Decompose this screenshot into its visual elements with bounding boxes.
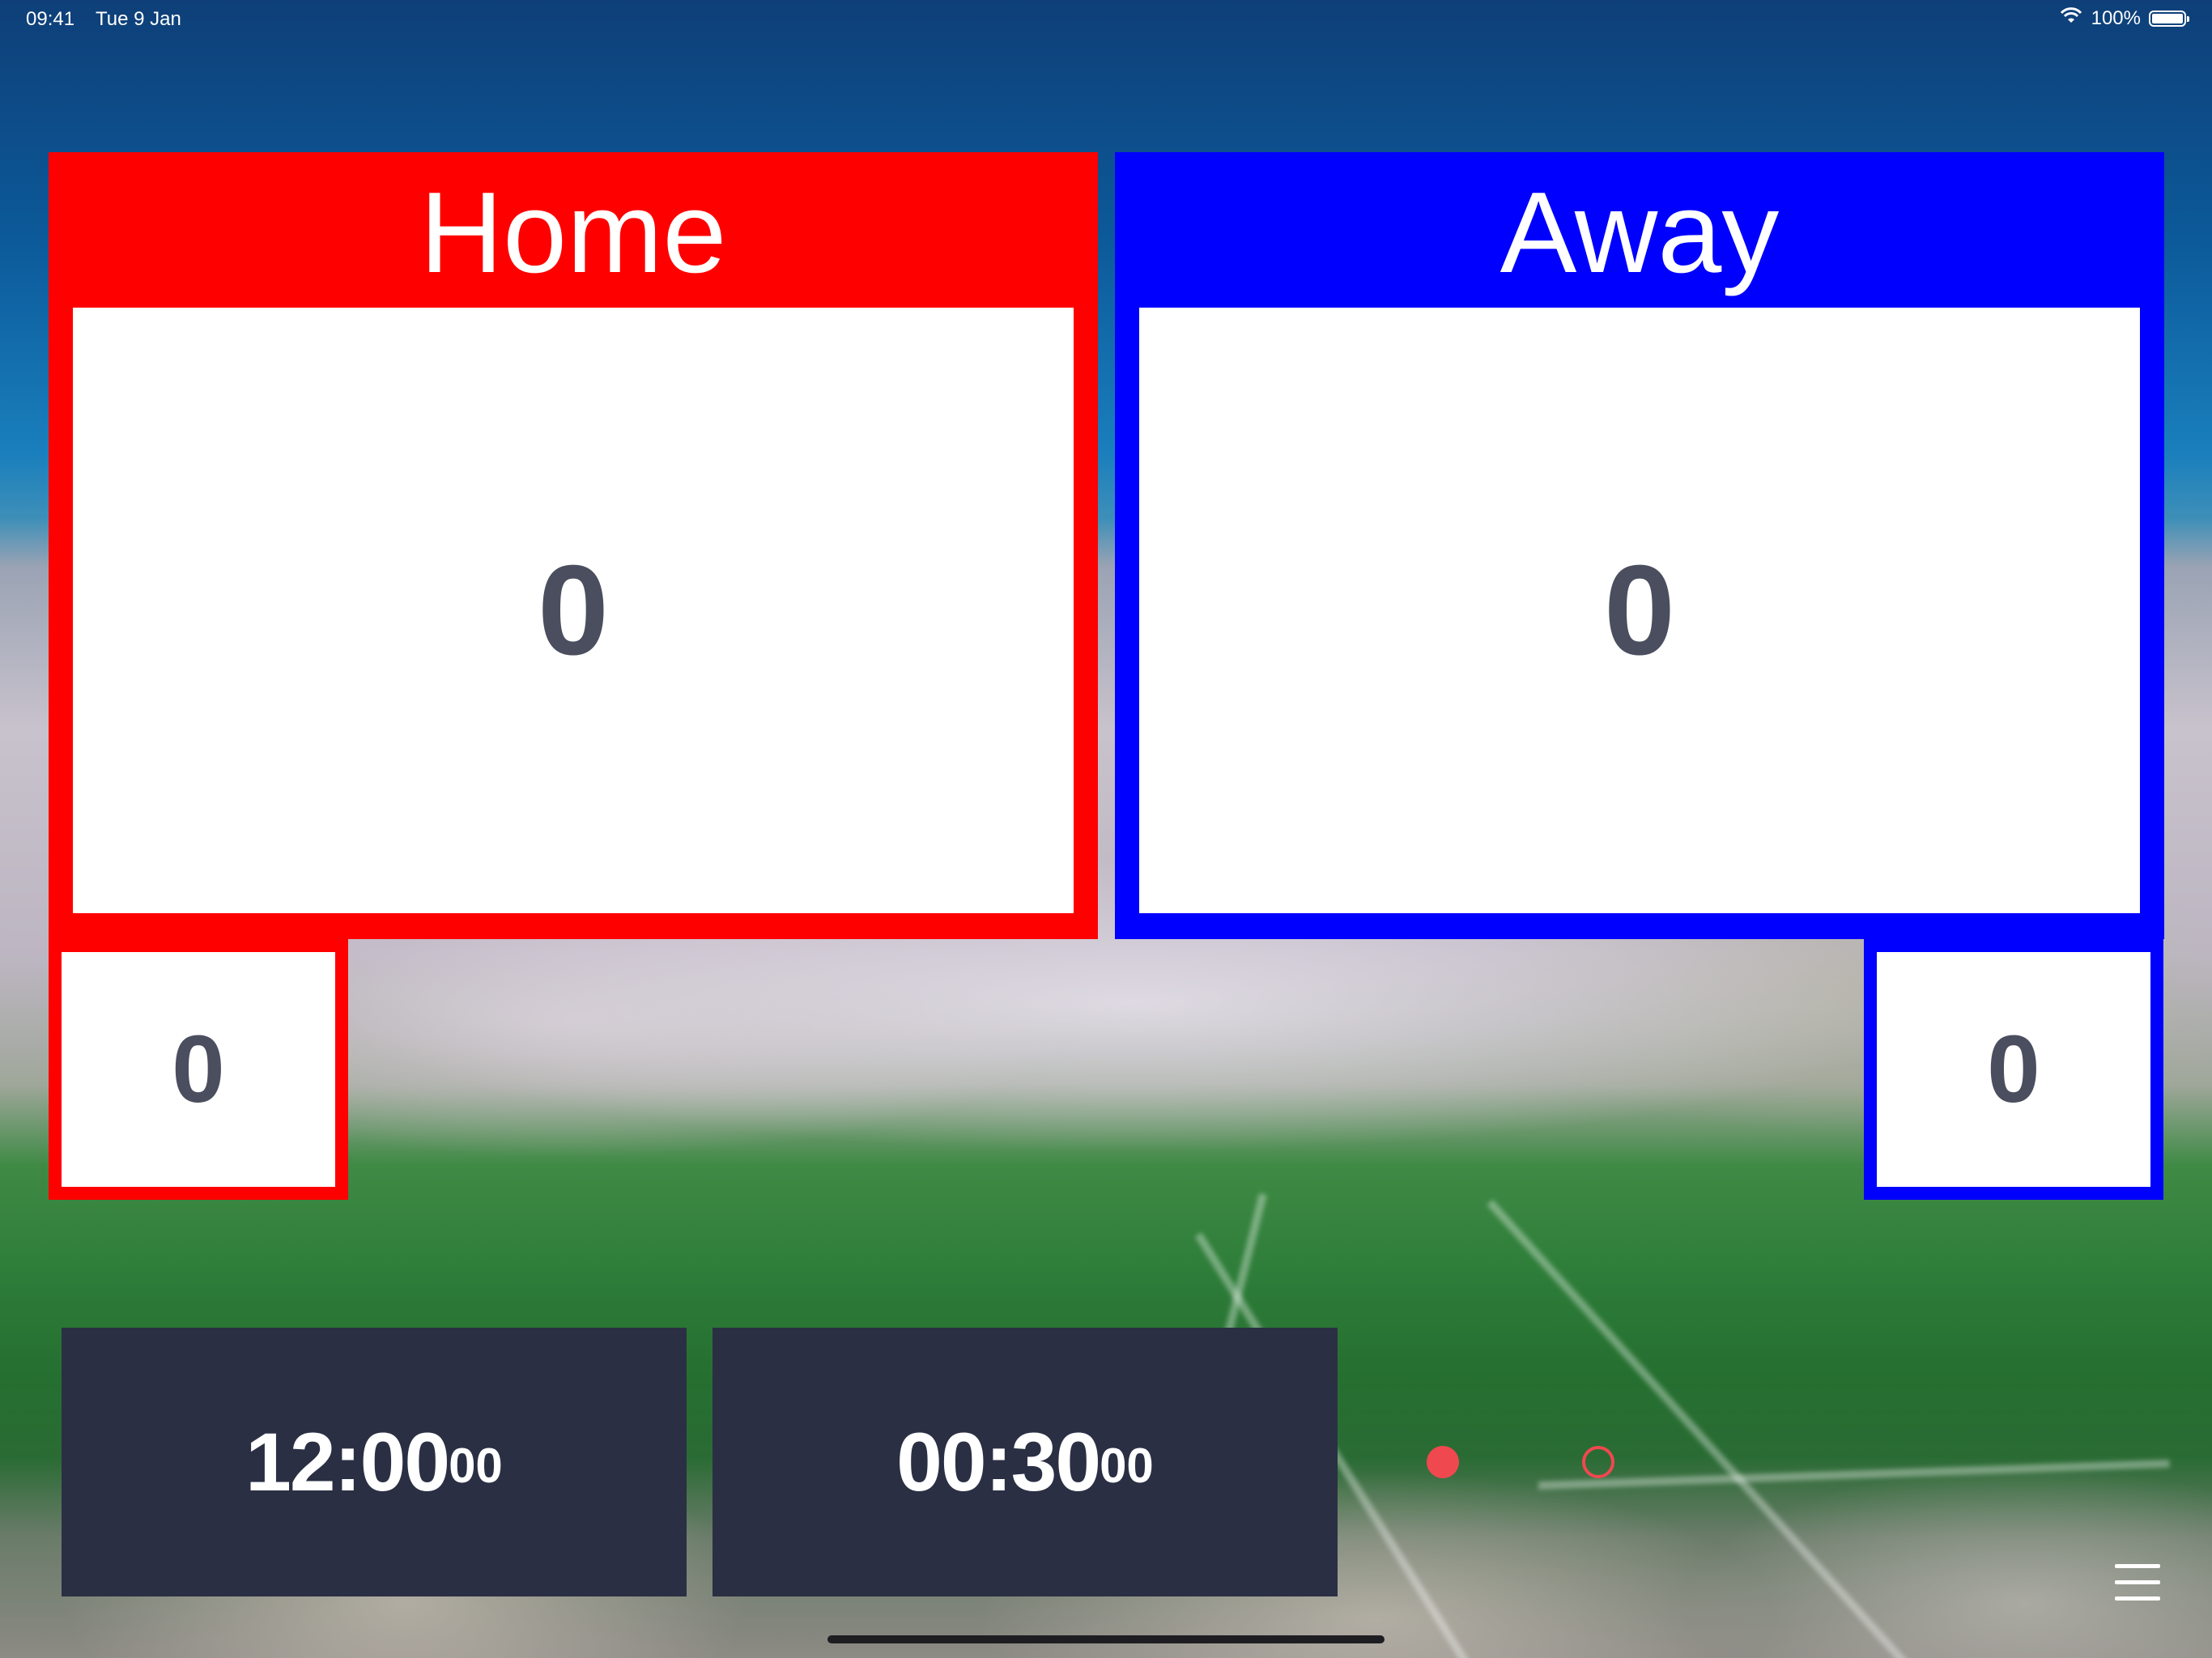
status-bar: 09:41 Tue 9 Jan 100% — [0, 0, 2212, 40]
page-dot-1[interactable] — [1427, 1446, 1459, 1478]
home-team-name[interactable]: Home — [49, 152, 1098, 308]
game-clock[interactable]: 12:00 00 — [62, 1328, 687, 1596]
away-team-name[interactable]: Away — [1115, 152, 2164, 308]
status-date: Tue 9 Jan — [96, 8, 181, 30]
battery-icon — [2149, 10, 2189, 27]
pitch-line — [1538, 1459, 2170, 1490]
shot-clock[interactable]: 00:30 00 — [713, 1328, 1338, 1596]
menu-line — [2115, 1580, 2160, 1584]
battery-percentage: 100% — [2091, 6, 2141, 29]
away-secondary-counter[interactable]: 0 — [1877, 952, 2150, 1187]
home-secondary-counter[interactable]: 0 — [62, 952, 335, 1187]
status-time: 09:41 — [26, 8, 75, 30]
page-dot-2[interactable] — [1582, 1446, 1614, 1478]
home-score[interactable]: 0 — [73, 308, 1074, 913]
home-indicator[interactable] — [827, 1635, 1385, 1643]
away-team-panel: Away 0 — [1115, 152, 2164, 939]
home-team-panel: Home 0 — [49, 152, 1098, 939]
menu-line — [2115, 1596, 2160, 1601]
wifi-icon — [2059, 6, 2083, 30]
status-indicators: 100% — [2059, 6, 2189, 30]
scoreboard-screen: 09:41 Tue 9 Jan 100% Home 0 Away 0 0 0 1… — [0, 0, 2212, 1658]
away-score[interactable]: 0 — [1139, 308, 2140, 913]
shot-clock-time: 00:30 — [896, 1415, 1101, 1508]
game-clock-hundredths: 00 — [449, 1438, 503, 1493]
hamburger-menu-icon[interactable] — [2115, 1564, 2165, 1605]
shot-clock-hundredths: 00 — [1100, 1438, 1154, 1493]
away-secondary-panel: 0 — [1864, 939, 2163, 1200]
home-secondary-panel: 0 — [49, 939, 348, 1200]
pitch-line — [1487, 1199, 1916, 1658]
menu-line — [2115, 1564, 2160, 1568]
game-clock-time: 12:00 — [245, 1415, 450, 1508]
